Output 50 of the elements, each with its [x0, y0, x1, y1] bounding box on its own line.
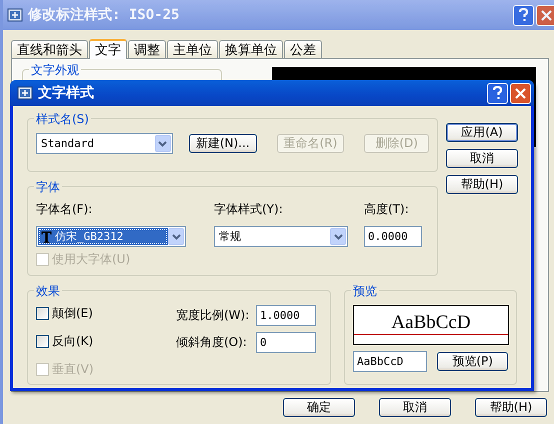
group-label: 预览 — [351, 283, 379, 300]
tab[interactable]: 直线和箭头 — [11, 40, 88, 58]
help-button[interactable] — [487, 82, 508, 104]
dropdown[interactable]: Standard — [36, 133, 173, 154]
height-field[interactable]: 0.0000 — [364, 226, 422, 247]
checkbox[interactable] — [36, 306, 49, 320]
dialog-button[interactable]: 应用(A) — [446, 123, 518, 142]
font-type-icon — [41, 230, 52, 242]
close-button[interactable] — [536, 4, 554, 26]
group-label: 样式名(S) — [34, 111, 91, 128]
checkbox-label: 反向(K) — [52, 332, 94, 350]
checkbox-label: 使用大字体(U) — [52, 250, 130, 268]
preview-sample: AaBbCcD — [391, 313, 471, 332]
dropdown[interactable]: 仿宋_GB2312 — [36, 226, 186, 247]
dialog-button[interactable]: 取消 — [446, 149, 518, 168]
close-icon — [541, 10, 552, 20]
field-label: 倾斜角度(O): — [176, 334, 248, 351]
group-label: 字体 — [34, 179, 62, 196]
field-label: 字体名(F): — [36, 201, 94, 218]
checkbox-label: 垂直(V) — [52, 360, 94, 378]
dialog-button[interactable]: 帮助(H) — [446, 175, 518, 194]
help-button[interactable] — [513, 4, 534, 26]
tab[interactable]: 主单位 — [167, 40, 218, 58]
style-button[interactable]: 新建(N)... — [188, 134, 257, 153]
help-icon — [492, 86, 503, 100]
dropdown[interactable]: 常规 — [214, 226, 348, 247]
preview-button[interactable]: 预览(P) — [437, 352, 508, 371]
tab[interactable]: 公差 — [284, 40, 322, 58]
field-label: 字体样式(Y): — [214, 201, 284, 218]
window-title: 修改标注样式: ISO-25 — [28, 6, 180, 24]
preview-text-field[interactable]: AaBbCcD — [353, 351, 428, 372]
field-label: 宽度比例(W): — [176, 307, 250, 324]
checkbox[interactable] — [36, 334, 49, 348]
tab[interactable]: 文字 — [89, 39, 127, 59]
tab[interactable]: 换算单位 — [219, 40, 283, 58]
field-label: 高度(T): — [364, 201, 410, 218]
dialog-button[interactable]: 帮助(H) — [475, 398, 547, 417]
dialog-button[interactable]: 取消 — [379, 398, 451, 417]
app-icon — [17, 85, 33, 101]
group-label: 效果 — [34, 283, 62, 300]
close-icon — [515, 88, 526, 98]
input-field[interactable]: 0 — [256, 332, 316, 353]
checkbox-label: 颠倒(E) — [52, 304, 93, 322]
dialog-button[interactable]: 确定 — [283, 398, 355, 417]
close-button[interactable] — [510, 82, 531, 104]
dialog-title: 文字样式 — [38, 84, 94, 102]
tab[interactable]: 调整 — [128, 40, 166, 58]
app-icon — [7, 7, 23, 23]
input-field[interactable]: 1.0000 — [256, 305, 316, 326]
help-icon — [518, 8, 529, 22]
